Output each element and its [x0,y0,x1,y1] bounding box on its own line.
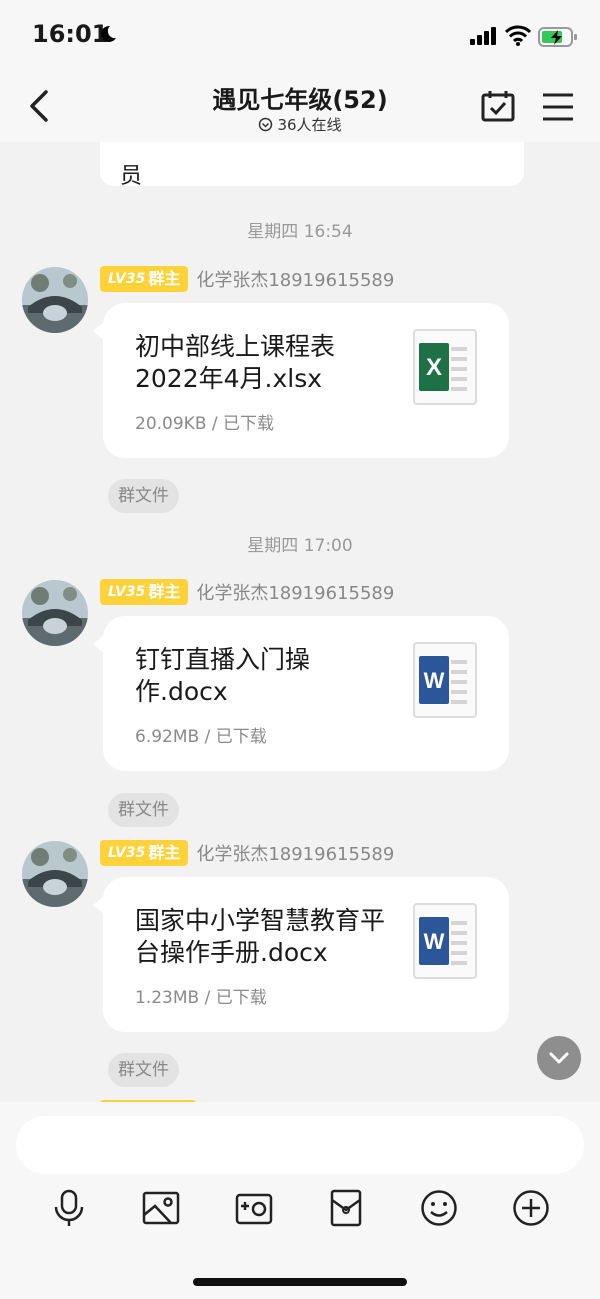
online-status-icon [259,117,273,132]
emoji-icon[interactable] [419,1188,459,1228]
previous-message-bubble[interactable]: 员 [100,142,524,189]
microphone-icon[interactable] [49,1188,89,1228]
sender-avatar[interactable] [22,580,88,646]
member-badge: LV35 群主 [100,840,189,866]
level-label: LV35 [108,584,146,600]
online-count-label: 36人在线 [277,116,342,134]
file-meta: 6.92MB / 已下载 [135,727,267,747]
level-label: LV35 [108,845,146,861]
hamburger-menu-icon[interactable] [540,90,576,124]
moon-icon [101,25,116,42]
file-meta: 20.09KB / 已下载 [135,414,275,434]
file-meta: 1.23MB / 已下载 [135,988,267,1008]
group-file-tag[interactable]: 群文件 [108,479,179,513]
group-file-tag[interactable]: 群文件 [108,793,179,827]
red-packet-icon[interactable] [326,1188,366,1228]
status-bar: 16:01 [0,0,600,72]
message-input[interactable] [16,1116,584,1174]
calendar-check-icon[interactable] [480,88,516,124]
battery-charging-icon [538,27,577,47]
timestamp: 星期四 16:54 [247,222,353,242]
sender-avatar[interactable] [22,841,88,907]
plus-circle-icon[interactable] [511,1188,551,1228]
role-label: 群主 [148,269,181,288]
word-file-icon: W [413,642,477,718]
image-icon[interactable] [141,1188,181,1228]
message-meta: LV35 群主 化学张杰18919615589 [100,579,394,605]
role-label: 群主 [148,843,181,862]
svg-text:W: W [424,929,445,954]
previous-message-text: 员 [120,164,143,189]
file-name: 国家中小学智慧教育平台操作手册.docx [135,906,386,967]
sender-name[interactable]: 化学张杰18919615589 [196,266,394,292]
signal-icon [470,27,496,45]
file-name: 钉钉直播入门操作.docx [135,645,311,706]
excel-file-icon: X [413,329,477,405]
message-composer [0,1102,600,1299]
file-message-bubble[interactable]: 初中部线上课程表2022年4月.xlsx 20.09KB / 已下载 X [93,303,509,458]
file-message-bubble[interactable]: 钉钉直播入门操作.docx 6.92MB / 已下载 W [93,616,509,771]
file-message-bubble[interactable]: 国家中小学智慧教育平台操作手册.docx 1.23MB / 已下载 W [93,877,509,1032]
status-time: 16:01 [32,20,109,48]
sender-name[interactable]: 化学张杰18919615589 [196,840,394,866]
member-badge: LV35 群主 [100,266,189,292]
message-meta: LV35 群主 化学张杰18919615589 [100,840,394,866]
chevron-down-icon[interactable] [537,1036,581,1080]
chat-message-list[interactable]: 员 星期四 16:54 LV35 群主 化学张杰18919615589 初中部线… [0,142,600,1102]
timestamp: 星期四 17:00 [247,536,353,556]
member-badge: LV35 群主 [100,579,189,605]
wifi-icon [505,25,531,46]
role-label: 群主 [148,582,181,601]
message-meta: LV35 群主 化学张杰18919615589 [100,266,394,292]
svg-text:X: X [426,354,442,381]
level-label: LV35 [108,271,146,287]
file-name: 初中部线上课程表2022年4月.xlsx [135,332,336,393]
camera-icon[interactable] [234,1188,274,1228]
sender-avatar[interactable] [22,267,88,333]
home-indicator [193,1278,407,1286]
group-file-tag[interactable]: 群文件 [108,1053,179,1087]
word-file-icon: W [413,903,477,979]
svg-text:W: W [424,668,445,693]
sender-name[interactable]: 化学张杰18919615589 [196,579,394,605]
chat-header: 遇见七年级(52) 36人在线 [0,72,600,142]
